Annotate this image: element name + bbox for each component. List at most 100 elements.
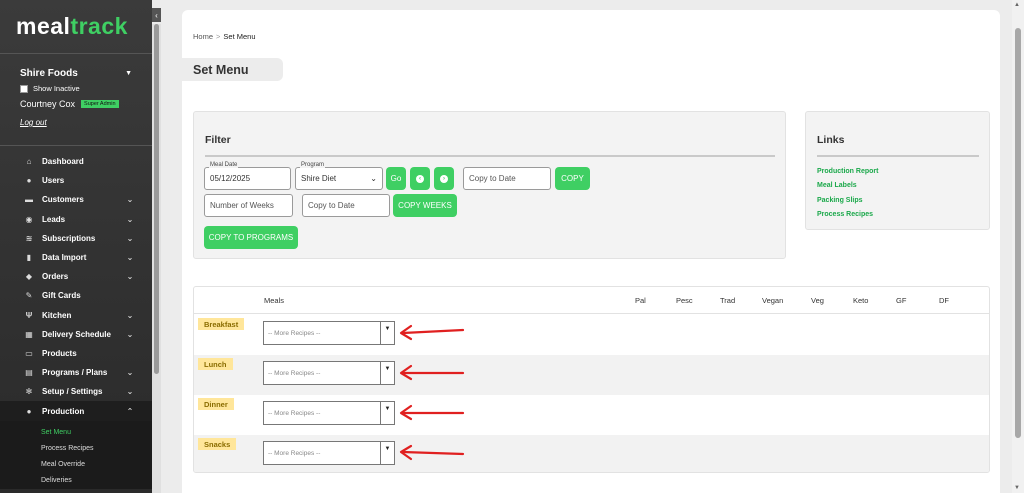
- red-arrow-annotation: [399, 404, 465, 421]
- scroll-down-icon[interactable]: ▼: [1014, 485, 1020, 491]
- sidebar-item-label: Users: [42, 176, 65, 186]
- caret-down-icon[interactable]: ▼: [380, 402, 394, 424]
- link-meal-labels[interactable]: Meal Labels: [817, 182, 857, 189]
- caret-down-icon[interactable]: ▼: [380, 442, 394, 464]
- copy-to-date-input[interactable]: Copy to Date: [463, 167, 551, 190]
- meal-tag: Lunch: [198, 358, 233, 370]
- sidebar-item-label: Leads: [42, 214, 66, 224]
- person-icon: ●: [26, 406, 32, 416]
- subnav-item-set-menu[interactable]: Set Menu: [0, 425, 152, 441]
- next-button[interactable]: ›: [434, 167, 454, 190]
- column-header-df: DF: [939, 296, 949, 305]
- recipe-select[interactable]: -- More Recipes -- ▼: [263, 361, 395, 385]
- chevron-down-icon: ⌄: [126, 214, 134, 224]
- scroll-up-icon[interactable]: ▲: [1014, 2, 1020, 8]
- logout-link[interactable]: Log out: [20, 118, 132, 127]
- show-inactive-label: Show Inactive: [33, 84, 80, 93]
- links-title: Links: [817, 134, 845, 146]
- sidebar-item-gift-cards[interactable]: ✎ Gift Cards: [0, 286, 152, 305]
- sidebar-item-label: Customers: [42, 195, 84, 205]
- chevron-down-icon: ⌄: [126, 387, 134, 397]
- sidebar-item-label: Products: [42, 348, 77, 358]
- chevron-down-icon: ⌄: [370, 174, 377, 183]
- recipe-select[interactable]: -- More Recipes -- ▼: [263, 401, 395, 425]
- menu-table: Meals Pal Pesc Trad Vegan Veg Keto GF DF…: [193, 286, 990, 473]
- copy-to-programs-button[interactable]: COPY TO PROGRAMS: [204, 226, 298, 249]
- leads-icon: ◉: [25, 214, 33, 224]
- recipe-select-value: -- More Recipes --: [268, 369, 321, 377]
- show-inactive-checkbox[interactable]: [20, 84, 28, 93]
- recipe-select[interactable]: -- More Recipes -- ▼: [263, 321, 395, 345]
- table-header: Meals Pal Pesc Trad Vegan Veg Keto GF DF: [194, 287, 989, 314]
- sidebar-item-setup-settings[interactable]: ✻ Setup / Settings ⌄: [0, 382, 152, 401]
- sidebar-item-orders[interactable]: ◆ Orders ⌄: [0, 267, 152, 286]
- sidebar-scrollbar-thumb[interactable]: [154, 24, 159, 374]
- sidebar-item-dashboard[interactable]: ⌂ Dashboard: [0, 152, 152, 171]
- chevron-down-icon: ⌄: [126, 368, 134, 378]
- table-row: Snacks -- More Recipes -- ▼: [194, 435, 989, 472]
- collapse-sidebar-icon[interactable]: ‹: [152, 8, 161, 22]
- layers-icon: ≋: [25, 233, 33, 243]
- program-label: Program: [300, 162, 326, 168]
- role-badge: Super Admin: [81, 100, 119, 108]
- sidebar-item-users[interactable]: ● Users: [0, 171, 152, 190]
- sidebar-item-data-import[interactable]: ▮ Data Import ⌄: [0, 248, 152, 267]
- link-production-report[interactable]: Production Report: [817, 168, 878, 175]
- meal-date-value: 05/12/2025: [210, 174, 251, 183]
- clipboard-icon: ▤: [25, 368, 33, 378]
- sidebar-item-subscriptions[interactable]: ≋ Subscriptions ⌄: [0, 229, 152, 248]
- breadcrumb: Home > Set Menu: [193, 32, 256, 41]
- links-panel: Links Production Report Meal Labels Pack…: [805, 111, 990, 230]
- filter-title: Filter: [205, 134, 231, 146]
- sidebar-item-label: Production: [42, 406, 85, 416]
- prev-button[interactable]: ‹: [410, 167, 430, 190]
- show-inactive-toggle[interactable]: Show Inactive: [20, 84, 132, 93]
- recipe-select-value: -- More Recipes --: [268, 449, 321, 457]
- caret-down-icon[interactable]: ▼: [380, 322, 394, 344]
- copy-button[interactable]: COPY: [555, 167, 590, 190]
- sidebar-item-leads[interactable]: ◉ Leads ⌄: [0, 210, 152, 229]
- meal-date-input[interactable]: Meal Date 05/12/2025: [204, 162, 291, 190]
- filter-divider: [205, 155, 775, 157]
- page-scrollbar-thumb[interactable]: [1015, 28, 1021, 438]
- brand-logo-part1: meal: [16, 13, 71, 39]
- subnav-item-process-recipes[interactable]: Process Recipes: [0, 441, 152, 457]
- copy-to-date-weeks-input[interactable]: Copy to Date: [302, 194, 390, 217]
- go-button[interactable]: Go: [386, 167, 406, 190]
- table-row: Lunch -- More Recipes -- ▼: [194, 355, 989, 395]
- file-icon: ▮: [26, 253, 32, 263]
- page-scrollbar[interactable]: ▲ ▼: [1012, 0, 1024, 493]
- column-header-vegan: Vegan: [762, 296, 784, 305]
- subnav-item-meal-override[interactable]: Meal Override: [0, 457, 152, 473]
- page-title: Set Menu: [182, 58, 283, 81]
- customers-icon: ▬: [25, 195, 33, 205]
- sidebar-scrollbar[interactable]: [152, 24, 161, 493]
- sidebar-item-kitchen[interactable]: Ψ Kitchen ⌄: [0, 306, 152, 325]
- column-header-veg: Veg: [811, 296, 824, 305]
- brand-logo[interactable]: meal track: [0, 0, 152, 54]
- bag-icon: ◆: [25, 272, 33, 282]
- copy-weeks-button[interactable]: COPY WEEKS: [393, 194, 457, 217]
- sidebar-item-label: Setup / Settings: [42, 387, 103, 397]
- utensils-icon: Ψ: [25, 310, 33, 320]
- red-arrow-annotation: [399, 324, 465, 341]
- column-header-pesc: Pesc: [676, 296, 693, 305]
- company-selector[interactable]: Shire Foods ▼: [20, 68, 132, 79]
- breadcrumb-home[interactable]: Home: [193, 32, 213, 41]
- program-select[interactable]: Program Shire Diet ⌄: [295, 162, 383, 190]
- sidebar-item-label: Kitchen: [42, 310, 72, 320]
- caret-down-icon[interactable]: ▼: [380, 362, 394, 384]
- sidebar-item-customers[interactable]: ▬ Customers ⌄: [0, 190, 152, 209]
- sidebar-item-delivery-schedule[interactable]: ▦ Delivery Schedule ⌄: [0, 325, 152, 344]
- sidebar-item-programs-plans[interactable]: ▤ Programs / Plans ⌄: [0, 363, 152, 382]
- sidebar-item-products[interactable]: ▭ Products: [0, 344, 152, 363]
- company-name: Shire Foods: [20, 68, 78, 79]
- recipe-select[interactable]: -- More Recipes -- ▼: [263, 441, 395, 465]
- number-of-weeks-input[interactable]: Number of Weeks: [204, 194, 293, 217]
- link-process-recipes[interactable]: Process Recipes: [817, 211, 873, 218]
- link-packing-slips[interactable]: Packing Slips: [817, 197, 863, 204]
- sidebar-item-production[interactable]: ● Production ⌃: [0, 401, 152, 421]
- chevron-up-icon: ⌃: [126, 406, 134, 416]
- user-info: Courtney Cox Super Admin: [20, 99, 132, 109]
- subnav-item-deliveries[interactable]: Deliveries: [0, 473, 152, 489]
